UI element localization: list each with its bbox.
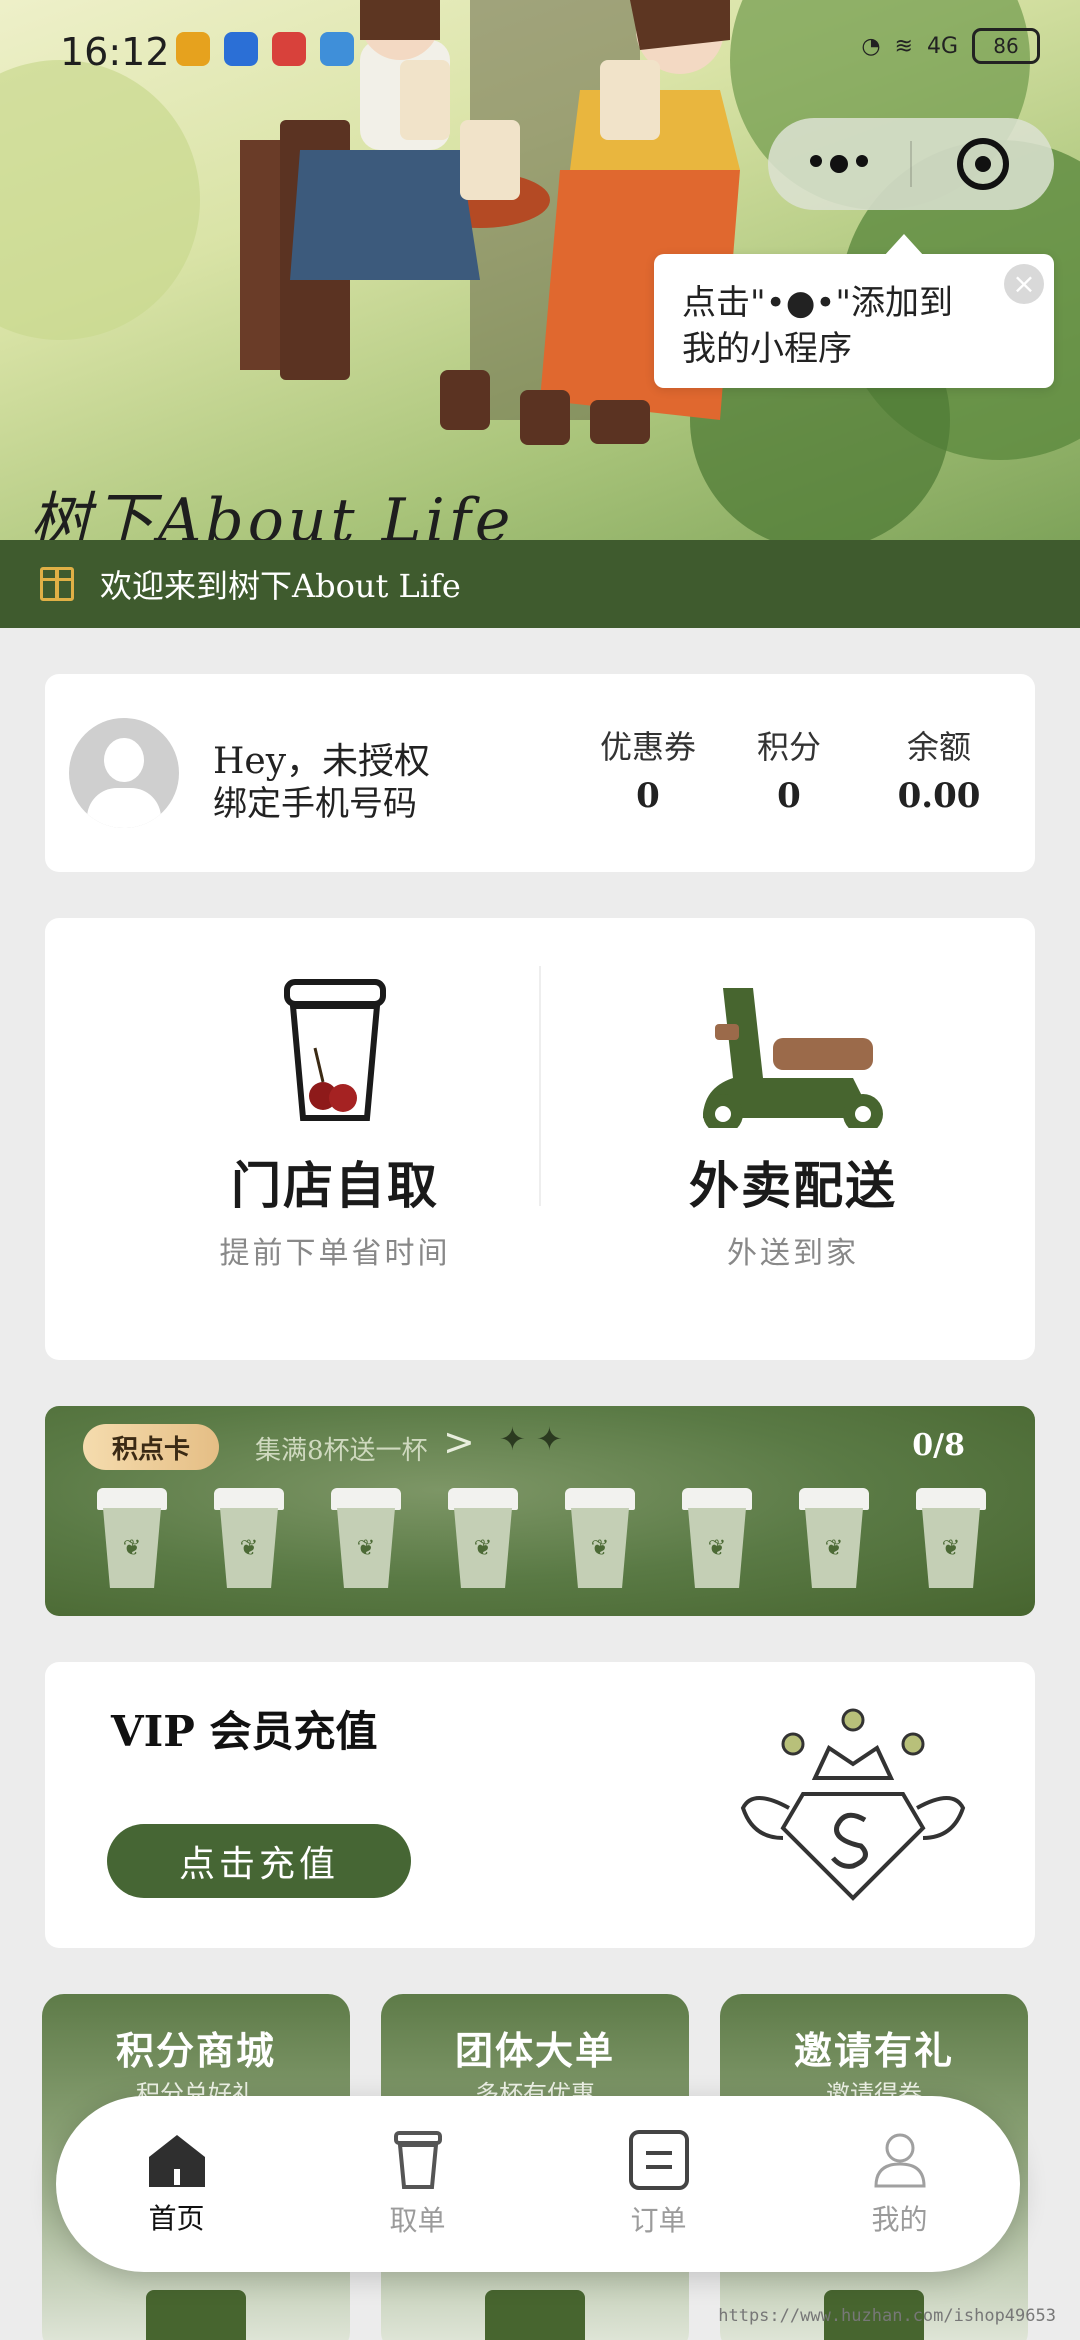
vip-recharge-card: VIP 会员充值 点击充值 — [45, 1662, 1035, 1948]
home-icon — [148, 2135, 205, 2187]
takeaway-cup-icon — [284, 979, 386, 1121]
vip-diamond-icon — [740, 1708, 966, 1901]
tab-label: 取单 — [389, 2204, 446, 2237]
tooltip-line-2: 我的小程序 — [682, 329, 852, 369]
gift-icon — [40, 567, 74, 601]
stamp-cup-icon: ❦ — [214, 1488, 284, 1592]
stamp-cup-icon: ❦ — [448, 1488, 518, 1592]
bulb-app-icon — [224, 32, 258, 66]
stat-value: 0.00 — [897, 776, 981, 816]
stamp-cup-icon: ❦ — [916, 1488, 986, 1592]
add-to-mini-program-tooltip: 点击"•●•"添加到 我的小程序 × — [654, 234, 1054, 388]
tooltip-line-1: 点击"•●•"添加到 — [682, 283, 954, 323]
order-options-card: 门店自取 提前下单省时间 外卖配送 外送到家 — [45, 918, 1035, 1360]
delivery-title: 外卖配送 — [689, 1157, 897, 1215]
browser-app-icon — [320, 32, 354, 66]
vip-title: VIP 会员充值 — [111, 1707, 378, 1756]
welcome-text: 欢迎来到树下About Life — [100, 567, 461, 605]
tab-mine[interactable]: 我的 — [779, 2130, 1020, 2238]
tab-home[interactable]: 首页 — [56, 2131, 297, 2237]
stat-value: 0 — [777, 776, 801, 816]
scooter-icon — [703, 988, 883, 1134]
stamp-progress: 0/8 — [912, 1428, 965, 1463]
battery-level: 86 — [993, 34, 1019, 58]
stamp-card[interactable]: 积点卡 集满8杯送一杯 > ✦ ✦ 0/8 ❦ ❦ ❦ ❦ ❦ ❦ ❦ ❦ — [45, 1406, 1035, 1616]
watermark: https://www.huzhan.com/ishop49653 — [718, 2306, 1056, 2326]
stat-balance[interactable]: 余额 0.00 — [869, 722, 1009, 816]
tab-pickup[interactable]: 取单 — [297, 2129, 538, 2239]
hero-title: 树下About Life — [30, 486, 515, 540]
tile-title: 团体大单 — [454, 2029, 615, 2073]
order-divider — [539, 966, 541, 1206]
status-app-icons — [176, 32, 354, 66]
close-icon[interactable]: × — [1004, 264, 1044, 304]
tile-title: 积分商城 — [115, 2029, 276, 2073]
target-icon[interactable] — [912, 138, 1054, 190]
alarm-icon: ◔ — [861, 33, 881, 59]
bind-phone-link[interactable]: 绑定手机号码 — [213, 776, 417, 825]
stat-coupons[interactable]: 优惠券 0 — [578, 722, 718, 816]
stamp-cup-icon: ❦ — [97, 1488, 167, 1592]
stamp-cups: ❦ ❦ ❦ ❦ ❦ ❦ ❦ ❦ — [97, 1488, 986, 1592]
avatar[interactable] — [69, 718, 179, 828]
tab-orders[interactable]: 订单 — [538, 2129, 779, 2239]
mall-icon — [146, 2290, 246, 2340]
chevron-right-icon: > — [443, 1420, 475, 1464]
weibo-icon — [176, 32, 210, 66]
stat-value: 0 — [636, 776, 660, 816]
bottom-tab-bar: 首页 取单 订单 我的 — [56, 2096, 1020, 2272]
welcome-bar: 欢迎来到树下About Life — [0, 540, 1080, 628]
tab-label: 我的 — [871, 2203, 928, 2236]
tab-label: 订单 — [630, 2204, 687, 2237]
store-pickup-title: 门店自取 — [231, 1157, 439, 1215]
sparkle-icon: ✦ ✦ — [499, 1420, 563, 1458]
delivery-button[interactable]: 外卖配送 外送到家 — [593, 978, 993, 1272]
stat-label: 优惠券 — [599, 728, 696, 766]
tile-title: 邀请有礼 — [793, 2029, 954, 2073]
stamp-description: 集满8杯送一杯 — [255, 1436, 428, 1466]
cart-icon — [485, 2290, 585, 2340]
store-pickup-subtitle: 提前下单省时间 — [219, 1236, 451, 1271]
tab-label: 首页 — [148, 2202, 205, 2235]
recharge-button[interactable]: 点击充值 — [107, 1824, 411, 1898]
mini-program-capsule — [768, 118, 1054, 210]
battery-icon: 86 — [972, 28, 1040, 64]
user-icon — [873, 2133, 926, 2188]
stamp-cup-icon: ❦ — [331, 1488, 401, 1592]
stat-points[interactable]: 积分 0 — [719, 722, 859, 816]
status-indicators: ◔ ≋ 4G 86 — [861, 28, 1040, 64]
book-app-icon — [272, 32, 306, 66]
signal-label: 4G — [926, 33, 958, 59]
store-pickup-button[interactable]: 门店自取 提前下单省时间 — [135, 978, 535, 1272]
delivery-subtitle: 外送到家 — [727, 1236, 859, 1271]
stamp-cup-icon: ❦ — [565, 1488, 635, 1592]
cup-icon — [393, 2131, 442, 2189]
user-card: Hey，未授权 绑定手机号码 优惠券 0 积分 0 余额 0.00 — [45, 674, 1035, 872]
wifi-icon: ≋ — [894, 33, 913, 59]
stamp-cup-icon: ❦ — [682, 1488, 752, 1592]
stamp-badge: 积点卡 — [83, 1424, 219, 1470]
status-time: 16:12 — [60, 30, 170, 74]
stat-label: 积分 — [756, 728, 821, 766]
order-icon — [628, 2130, 689, 2190]
stat-label: 余额 — [906, 728, 971, 766]
stamp-cup-icon: ❦ — [799, 1488, 869, 1592]
more-dots-icon[interactable] — [768, 155, 910, 173]
